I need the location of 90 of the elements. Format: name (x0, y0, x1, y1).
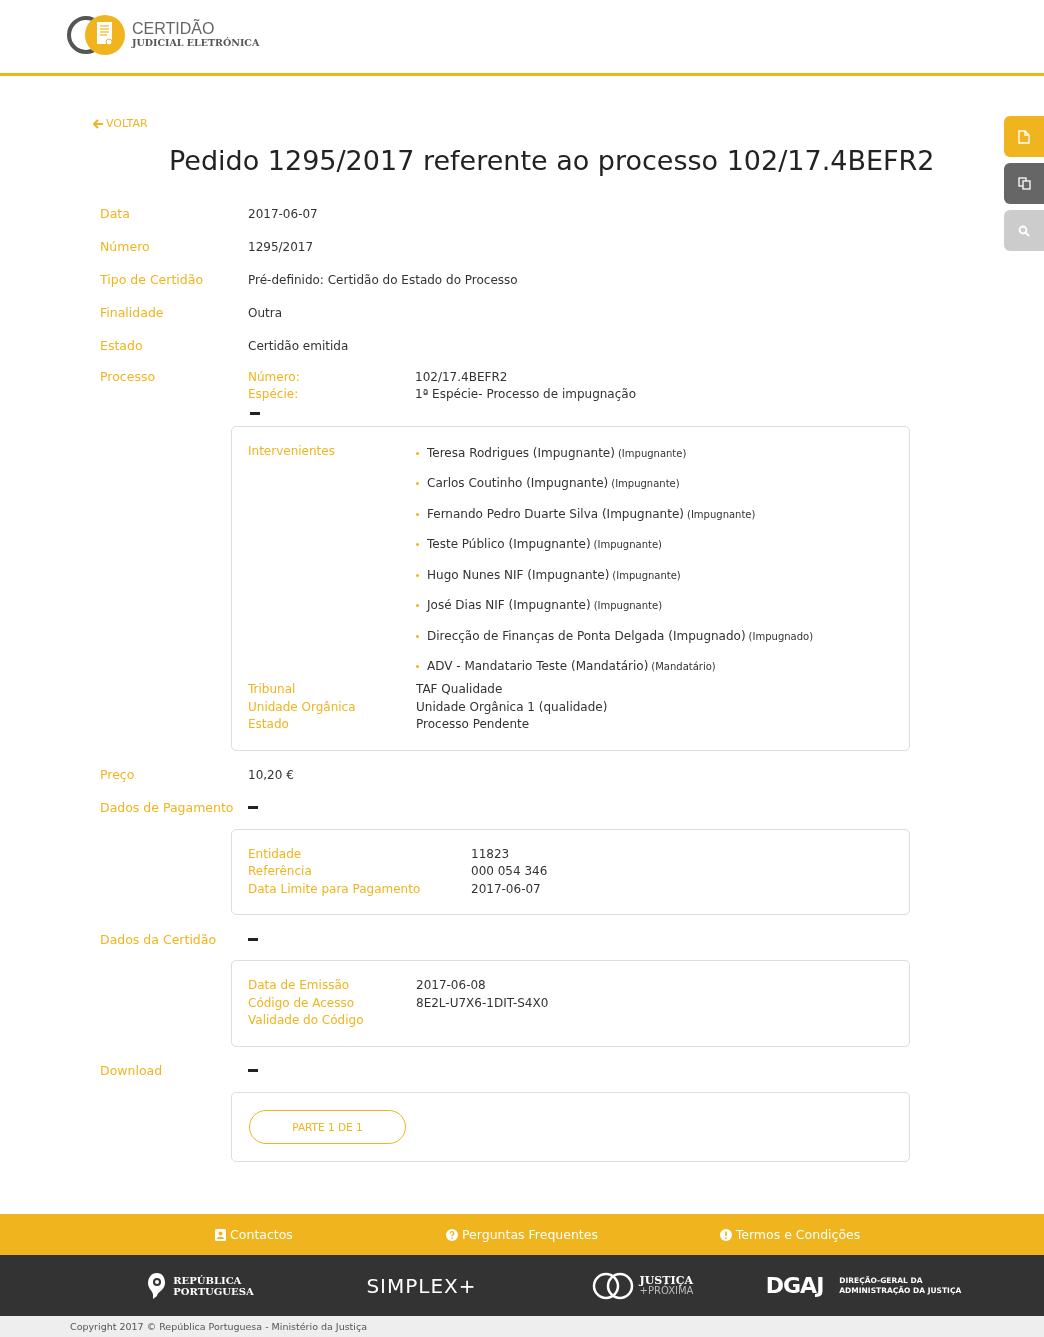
footer-link[interactable]: Perguntas Frequentes (446, 1227, 598, 1242)
participant-role: (Mandatário) (651, 660, 716, 674)
participant-name: Direcção de Finanças de Ponta Delgada (Impugnado) (427, 627, 746, 645)
field-value: TAF Qualidade (416, 681, 503, 698)
field-value: 2017-06-07 (248, 206, 318, 221)
field-value: 1ª Espécie- Processo de impugnação (415, 386, 636, 403)
field-value: 000 054 346 (471, 863, 548, 880)
contact-card-icon (215, 1228, 227, 1241)
participant-name: José Dias NIF (Impugnante) (427, 597, 591, 614)
field-value: 1295/2017 (248, 239, 314, 254)
bullet-icon (416, 543, 419, 546)
field-label: Preço (100, 767, 136, 782)
back-link[interactable]: VOLTAR (93, 117, 148, 130)
field-label: Dados de Pagamento (100, 800, 235, 815)
field-value: Unidade Orgânica 1 (qualidade) (416, 698, 608, 716)
logo-text: PORTUGUESA (173, 1285, 254, 1297)
field-label: Dados da Certidão (100, 931, 218, 947)
participant-role: (Impugnante) (612, 568, 681, 583)
field-label: Referência (248, 863, 313, 880)
field-label: Unidade Orgânica (248, 698, 357, 716)
participant-role: (Impugnante) (593, 538, 662, 552)
page-title: Pedido 1295/2017 referente ao processo 102/17.4BEFR2 (169, 143, 936, 178)
bullet-icon (416, 634, 419, 638)
logo-text: REPÚBLICA (173, 1274, 243, 1286)
field-label: Data Limite para Pagamento (248, 880, 422, 898)
arrow-left-icon (93, 118, 103, 129)
field-label: Intervenientes (248, 442, 336, 460)
field-value: 2017-06-08 (416, 977, 486, 994)
bullet-icon (416, 512, 419, 516)
field-label: Código de Acesso (248, 994, 356, 1012)
bullet-icon (416, 451, 419, 455)
field-label: Tipo de Certidão (100, 272, 205, 287)
search-side-button[interactable] (1004, 210, 1044, 251)
footer-link[interactable]: Contactos (215, 1227, 293, 1242)
search-icon (1018, 224, 1030, 237)
participant-role: (Impugnante) (617, 446, 687, 461)
field-label: Número: (248, 368, 301, 386)
field-label: Estado (100, 338, 144, 353)
field-label: Espécie: (248, 386, 300, 403)
participant-name: ADV - Mandatario Teste (Mandatário) (427, 658, 649, 675)
bullet-icon (416, 665, 419, 668)
field-value: 10,20 € (248, 767, 294, 782)
field-label: Download (100, 1063, 164, 1078)
field-value: Outra (248, 305, 283, 320)
participant-role: (Impugnante) (687, 507, 756, 522)
exclamation-icon (719, 1228, 732, 1241)
copy-side-button[interactable] (1004, 163, 1044, 204)
collapse-icon[interactable] (248, 937, 258, 941)
document-icon (1018, 129, 1030, 144)
download-part-button[interactable]: PARTE 1 DE 1 (249, 1109, 406, 1144)
logo-text: JUSTIÇA (639, 1275, 694, 1286)
participant-name: Carlos Coutinho (Impugnante) (427, 475, 609, 492)
collapse-icon[interactable] (250, 411, 260, 415)
bullet-icon (416, 482, 419, 485)
field-label: Processo (100, 368, 157, 384)
field-label: Data (100, 206, 131, 221)
field-label: Data de Emissão (248, 977, 351, 994)
field-value: Pré-definido: Certidão do Estado do Processo (248, 272, 518, 287)
logo-title: CERTIDÃO (132, 20, 216, 37)
logo-subtitle: JUDICIAL ELETRÓNICA (132, 36, 260, 49)
participant-name: Teresa Rodrigues (Impugnante) (427, 444, 615, 462)
field-value: Certidão emitida (248, 338, 349, 353)
field-value: 8E2L-U7X6-1DIT-S4X0 (416, 994, 549, 1012)
field-label: Finalidade (100, 305, 165, 320)
field-label: Validade do Código (248, 1012, 365, 1029)
document-side-button[interactable] (1004, 116, 1044, 157)
logo-text: +PRÓXIMA (639, 1286, 694, 1296)
bullet-icon (416, 573, 419, 577)
participant-name: Fernando Pedro Duarte Silva (Impugnante) (427, 505, 684, 523)
field-label: Estado (248, 716, 290, 733)
participant-role: (Impugnado) (748, 629, 814, 644)
field-value: 2017-06-07 (471, 880, 541, 898)
field-value: 11823 (471, 845, 510, 863)
field-value: Processo Pendente (416, 716, 530, 733)
participant-name: Teste Público (Impugnante) (427, 536, 591, 553)
footer-link[interactable]: Termos e Condições (719, 1227, 861, 1242)
field-label: Tribunal (248, 681, 297, 698)
field-label: Número (100, 239, 151, 254)
simplex-logo: SIMPLEX+ (366, 1273, 477, 1298)
dgaj-logo: DGAJ (765, 1273, 824, 1298)
field-label: Entidade (248, 845, 303, 863)
bullet-icon (416, 604, 419, 607)
participant-name: Hugo Nunes NIF (Impugnante) (427, 566, 610, 584)
participant-role: (Impugnante) (593, 599, 663, 613)
field-value: 102/17.4BEFR2 (415, 368, 508, 386)
copy-icon (1017, 177, 1031, 190)
participant-role: (Impugnante) (611, 477, 680, 491)
help-icon (446, 1228, 459, 1241)
certificate-logo-icon (66, 13, 128, 56)
copyright-text: Copyright 2017 © República Portuguesa - Ministério da Justiça (70, 1321, 368, 1332)
